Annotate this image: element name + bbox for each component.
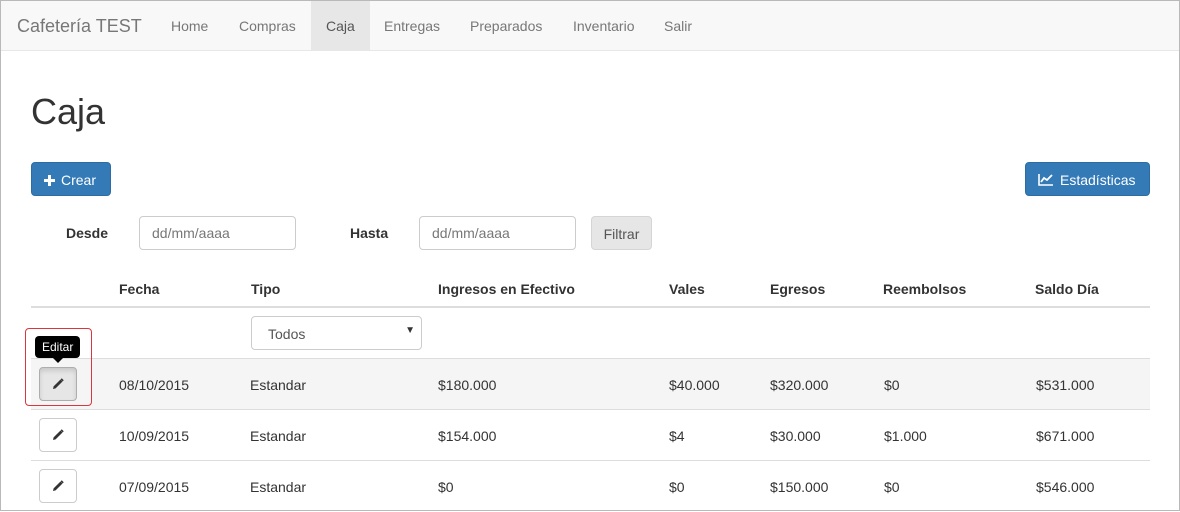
page-title: Caja bbox=[31, 91, 106, 132]
cell-ingresos: $0 bbox=[438, 479, 454, 495]
statistics-button[interactable]: Estadísticas bbox=[1025, 162, 1150, 196]
type-filter-selected: Todos bbox=[268, 326, 306, 342]
table-row: 10/09/2015 Estandar $154.000 $4 $30.000 … bbox=[31, 410, 1150, 461]
cell-egresos: $150.000 bbox=[770, 479, 829, 495]
cell-tipo: Estandar bbox=[250, 428, 307, 444]
column-header-tipo: Tipo bbox=[251, 281, 281, 297]
cell-vales: $0 bbox=[669, 479, 685, 495]
table-row: 08/10/2015 Estandar $180.000 $40.000 $32… bbox=[31, 359, 1150, 410]
cell-vales: $40.000 bbox=[669, 377, 720, 393]
from-date-input[interactable] bbox=[139, 216, 296, 250]
plus-icon bbox=[44, 164, 55, 198]
column-header-egresos: Egresos bbox=[770, 281, 826, 297]
cell-saldo: $546.000 bbox=[1036, 479, 1095, 495]
nav-item-caja[interactable]: Caja bbox=[311, 1, 370, 51]
type-filter-select[interactable]: Todos ▼ bbox=[251, 316, 422, 350]
pencil-icon bbox=[53, 429, 64, 440]
cell-fecha: 10/09/2015 bbox=[119, 428, 190, 444]
create-button[interactable]: Crear bbox=[31, 162, 111, 196]
navbar: Cafetería TEST Home Compras Caja Entrega… bbox=[1, 1, 1179, 51]
column-header-fecha: Fecha bbox=[119, 281, 160, 297]
edit-button[interactable] bbox=[39, 418, 77, 452]
table-row: 07/09/2015 Estandar $0 $0 $150.000 $0 $5… bbox=[31, 461, 1150, 512]
cell-reembolsos: $0 bbox=[884, 377, 900, 393]
header-divider bbox=[31, 306, 1150, 308]
edit-button[interactable] bbox=[39, 469, 77, 503]
nav-item-compras[interactable]: Compras bbox=[224, 1, 311, 51]
edit-button[interactable] bbox=[39, 367, 77, 401]
to-label: Hasta bbox=[350, 225, 389, 241]
caret-down-icon: ▼ bbox=[405, 325, 415, 336]
nav-item-salir[interactable]: Salir bbox=[649, 1, 707, 51]
cell-fecha: 08/10/2015 bbox=[119, 377, 190, 393]
edit-tooltip: Editar bbox=[35, 336, 81, 358]
cell-reembolsos: $1.000 bbox=[884, 428, 927, 444]
pencil-icon bbox=[53, 480, 64, 491]
filter-button[interactable]: Filtrar bbox=[591, 216, 652, 250]
cell-fecha: 07/09/2015 bbox=[119, 479, 190, 495]
column-header-vales: Vales bbox=[669, 281, 705, 297]
statistics-button-label: Estadísticas bbox=[1060, 172, 1136, 188]
tooltip-arrow bbox=[53, 358, 63, 363]
create-button-label: Crear bbox=[61, 172, 97, 188]
cell-egresos: $30.000 bbox=[770, 428, 821, 444]
to-date-input[interactable] bbox=[419, 216, 576, 250]
navbar-brand[interactable]: Cafetería TEST bbox=[17, 16, 142, 37]
nav-item-home[interactable]: Home bbox=[156, 1, 223, 51]
cell-ingresos: $154.000 bbox=[438, 428, 497, 444]
pencil-icon bbox=[53, 378, 64, 389]
line-chart-icon bbox=[1038, 164, 1054, 198]
nav-item-inventario[interactable]: Inventario bbox=[558, 1, 649, 51]
column-header-ingresos: Ingresos en Efectivo bbox=[438, 281, 575, 297]
column-header-reembolsos: Reembolsos bbox=[883, 281, 967, 297]
cell-tipo: Estandar bbox=[250, 479, 307, 495]
cell-egresos: $320.000 bbox=[770, 377, 829, 393]
cell-saldo: $531.000 bbox=[1036, 377, 1095, 393]
cell-saldo: $671.000 bbox=[1036, 428, 1095, 444]
cell-tipo: Estandar bbox=[250, 377, 307, 393]
column-header-saldo: Saldo Día bbox=[1035, 281, 1099, 297]
from-label: Desde bbox=[66, 225, 109, 241]
cell-vales: $4 bbox=[669, 428, 685, 444]
nav-item-preparados[interactable]: Preparados bbox=[455, 1, 557, 51]
cell-ingresos: $180.000 bbox=[438, 377, 497, 393]
cell-reembolsos: $0 bbox=[884, 479, 900, 495]
nav-item-entregas[interactable]: Entregas bbox=[369, 1, 455, 51]
